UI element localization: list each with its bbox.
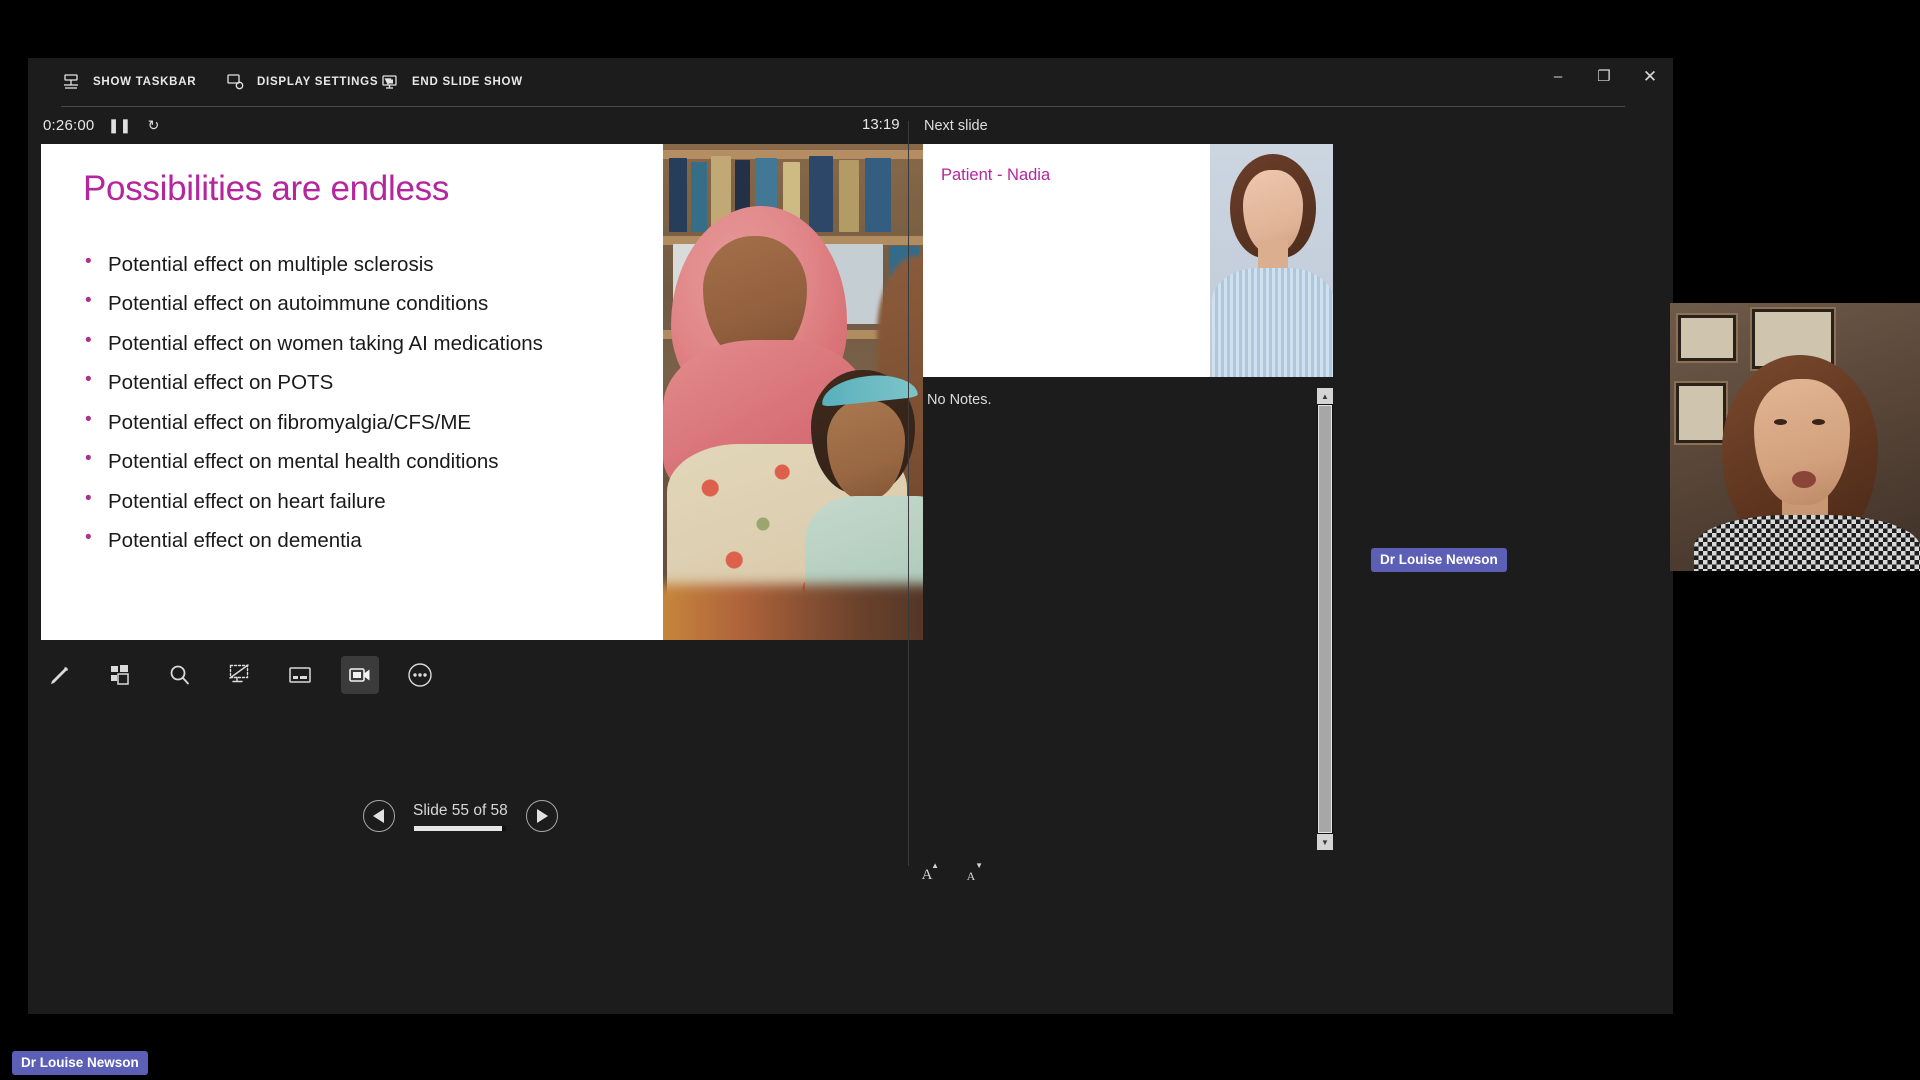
elapsed-time: 0:26:00: [43, 116, 95, 134]
next-slide-photo: [1210, 144, 1333, 377]
slide-bullet: Potential effect on POTS: [83, 370, 653, 394]
slide-bullet: Potential effect on autoimmune condition…: [83, 291, 653, 315]
chevron-right-icon: [537, 809, 549, 823]
wall-picture-frame: [1674, 381, 1728, 445]
decrease-font-size-button[interactable]: A ▼: [958, 858, 984, 884]
subtitles-icon[interactable]: [281, 656, 319, 694]
participant-name-badge: Dr Louise Newson: [1371, 548, 1507, 572]
slide-progress-track[interactable]: [414, 825, 507, 831]
scroll-down-icon[interactable]: ▼: [1317, 834, 1333, 850]
end-slide-show-label: END SLIDE SHOW: [412, 76, 523, 88]
restore-button[interactable]: ❐: [1581, 58, 1627, 94]
chevron-left-icon: [372, 809, 384, 823]
slide-bullet: Potential effect on mental health condit…: [83, 449, 653, 473]
end-show-icon: [380, 72, 400, 92]
portrait-shirt: [1212, 268, 1333, 377]
next-slide-label: Next slide: [924, 118, 988, 134]
font-smaller-letter: A: [966, 869, 976, 883]
pen-icon[interactable]: [41, 656, 79, 694]
restore-icon: ❐: [1597, 67, 1611, 85]
next-slide-title: Patient - Nadia: [941, 166, 1051, 184]
slide-progress-fill: [414, 825, 502, 831]
arrow-up-icon: ▲: [931, 861, 939, 870]
notes-scrollbar[interactable]: ▲ ▼: [1317, 388, 1333, 850]
slide-bullet: Potential effect on fibromyalgia/CFS/ME: [83, 410, 653, 434]
presentation-timer: 0:26:00 ❚❚ ↻: [43, 116, 162, 134]
screen-root: SHOW TASKBAR DISPLAY SETTINGS ▼ END SLID…: [0, 0, 1920, 1080]
speaker-eye: [1812, 419, 1825, 425]
presenter-view-window: SHOW TASKBAR DISPLAY SETTINGS ▼ END SLID…: [28, 58, 1673, 1014]
presenter-titlebar: SHOW TASKBAR DISPLAY SETTINGS ▼ END SLID…: [28, 58, 1673, 107]
black-screen-icon[interactable]: [221, 656, 259, 694]
slide-bullet: Potential effect on heart failure: [83, 489, 653, 513]
speaker-clothing: [1694, 515, 1920, 571]
increase-font-size-button[interactable]: A ▲: [914, 858, 940, 884]
display-settings-button[interactable]: DISPLAY SETTINGS ▼: [225, 58, 394, 106]
panel-divider: [908, 121, 909, 866]
current-slide[interactable]: Possibilities are endless Potential effe…: [41, 144, 923, 640]
slide-bullet: Potential effect on dementia: [83, 528, 653, 552]
minimize-icon: –: [1553, 67, 1563, 85]
wall-picture-frame: [1676, 313, 1738, 363]
show-taskbar-label: SHOW TASKBAR: [93, 76, 197, 88]
end-slide-show-button[interactable]: END SLIDE SHOW: [380, 58, 523, 106]
previous-slide-button[interactable]: [363, 800, 395, 832]
self-name-badge: Dr Louise Newson: [12, 1051, 148, 1075]
scrollbar-thumb[interactable]: [1318, 405, 1332, 833]
restart-timer-button[interactable]: ↻: [144, 116, 162, 134]
minimize-button[interactable]: –: [1535, 58, 1581, 94]
clock-time: 13:19: [862, 116, 900, 133]
show-taskbar-button[interactable]: SHOW TASKBAR: [61, 58, 196, 106]
next-slide-button[interactable]: [525, 800, 558, 832]
scroll-up-icon[interactable]: ▲: [1317, 388, 1333, 404]
close-button[interactable]: ✕: [1627, 58, 1673, 94]
display-settings-label: DISPLAY SETTINGS ▼: [257, 76, 395, 88]
speaker-notes-area[interactable]: No Notes. ▲ ▼: [923, 388, 1333, 850]
presenter-right-panel: Next slide Patient - Nadia No Notes. ▲ ▼…: [908, 116, 1348, 1014]
slide-counter-group: Slide 55 of 58: [413, 802, 508, 831]
slide-tools-toolbar: [41, 656, 439, 694]
speaker-eye: [1774, 419, 1787, 425]
notes-font-controls: A ▲ A ▼: [914, 858, 984, 884]
photo-overlay: [663, 144, 923, 640]
close-icon: ✕: [1642, 66, 1658, 86]
slide-text-column: Possibilities are endless Potential effe…: [41, 144, 663, 640]
arrow-down-icon: ▼: [975, 861, 983, 870]
slide-counter: Slide 55 of 58: [413, 801, 508, 819]
more-options-icon[interactable]: [401, 656, 439, 694]
slide-bullet: Potential effect on multiple sclerosis: [83, 252, 653, 276]
slide-bullet: Potential effect on women taking AI medi…: [83, 331, 653, 355]
participant-video-tile[interactable]: [1670, 303, 1920, 571]
speaker-mouth: [1792, 471, 1816, 488]
display-settings-icon: [225, 72, 245, 92]
slide-photo: [663, 144, 923, 640]
slide-title: Possibilities are endless: [83, 169, 450, 208]
titlebar-divider: [61, 106, 1625, 107]
slide-bullet-list: Potential effect on multiple sclerosis P…: [83, 252, 653, 569]
speaker-notes-text: No Notes.: [927, 392, 992, 408]
all-slides-icon[interactable]: [101, 656, 139, 694]
slide-navigation: Slide 55 of 58: [363, 800, 558, 832]
next-slide-body: Patient - Nadia: [923, 144, 1210, 377]
next-slide-thumbnail[interactable]: Patient - Nadia: [923, 144, 1333, 377]
taskbar-icon: [61, 72, 81, 92]
magnifier-icon[interactable]: [161, 656, 199, 694]
pause-timer-button[interactable]: ❚❚: [108, 116, 131, 134]
camera-icon[interactable]: [341, 656, 379, 694]
status-row: 0:26:00 ❚❚ ↻ 13:19: [28, 116, 1673, 146]
